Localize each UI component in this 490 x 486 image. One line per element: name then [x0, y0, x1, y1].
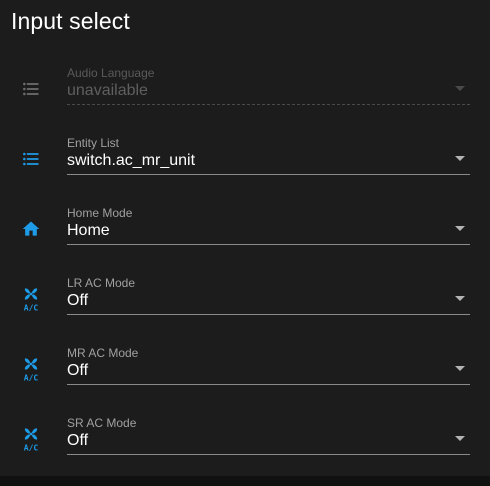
select-label: SR AC Mode — [67, 416, 137, 430]
entity-row-audio-language: Audio Language unavailable — [0, 66, 490, 136]
card-title: Input select — [11, 8, 130, 34]
svg-text:A/C: A/C — [24, 374, 39, 383]
home-mode-select[interactable]: Home Mode Home — [67, 206, 470, 254]
air-conditioner-icon: A/C — [18, 426, 44, 452]
select-label: LR AC Mode — [67, 276, 136, 290]
dropdown-arrow-icon[interactable] — [455, 226, 465, 231]
lr-ac-mode-select[interactable]: LR AC Mode Off — [67, 276, 470, 324]
select-value: switch.ac_mr_unit — [67, 152, 196, 169]
input-select-card: Input select Audio Language unavailable … — [0, 0, 490, 476]
air-conditioner-icon: A/C — [18, 356, 44, 382]
select-value: Off — [67, 292, 89, 309]
select-underline — [67, 104, 470, 105]
select-underline — [67, 454, 470, 455]
entity-list-select[interactable]: Entity List switch.ac_mr_unit — [67, 136, 470, 184]
svg-text:A/C: A/C — [24, 304, 39, 313]
dropdown-arrow-icon[interactable] — [455, 156, 465, 161]
format-list-bulleted-icon — [18, 146, 44, 172]
entity-row-lr-ac-mode: A/C LR AC Mode Off — [0, 276, 490, 346]
select-underline — [67, 314, 470, 315]
mr-ac-mode-select[interactable]: MR AC Mode Off — [67, 346, 470, 394]
dropdown-arrow-icon — [455, 86, 465, 91]
select-label: Entity List — [67, 136, 120, 150]
entity-row-entity-list: Entity List switch.ac_mr_unit — [0, 136, 490, 206]
svg-text:A/C: A/C — [24, 444, 39, 453]
select-label: Audio Language — [67, 66, 155, 80]
select-underline — [67, 174, 470, 175]
select-value: unavailable — [67, 82, 148, 99]
format-list-bulleted-icon — [18, 76, 44, 102]
dropdown-arrow-icon[interactable] — [455, 436, 465, 441]
select-label: Home Mode — [67, 206, 133, 220]
home-icon — [18, 216, 44, 242]
select-underline — [67, 244, 470, 245]
dropdown-arrow-icon[interactable] — [455, 366, 465, 371]
select-value: Home — [67, 222, 110, 239]
select-underline — [67, 384, 470, 385]
dropdown-arrow-icon[interactable] — [455, 296, 465, 301]
audio-language-select: Audio Language unavailable — [67, 66, 470, 114]
entity-row-mr-ac-mode: A/C MR AC Mode Off — [0, 346, 490, 416]
select-value: Off — [67, 432, 89, 449]
entity-row-home-mode: Home Mode Home — [0, 206, 490, 276]
sr-ac-mode-select[interactable]: SR AC Mode Off — [67, 416, 470, 464]
select-value: Off — [67, 362, 89, 379]
air-conditioner-icon: A/C — [18, 286, 44, 312]
select-label: MR AC Mode — [67, 346, 139, 360]
